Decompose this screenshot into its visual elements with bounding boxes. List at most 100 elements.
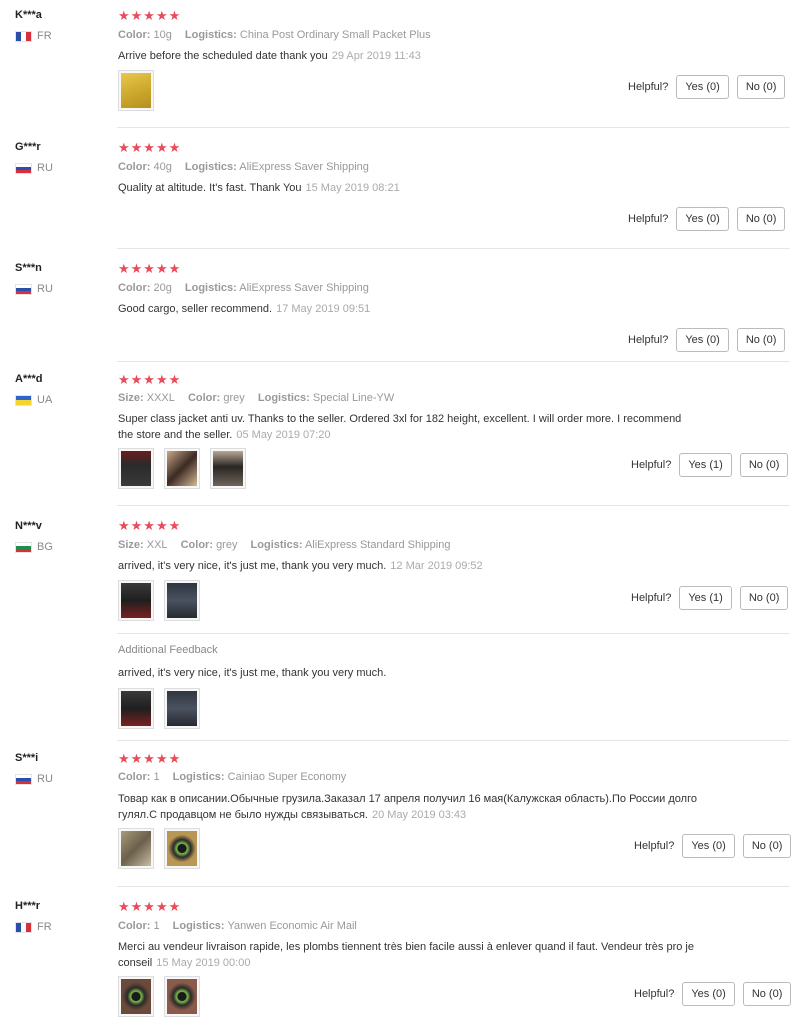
review-text: Товар как в описании.Обычные грузила.Зак… xyxy=(118,793,697,821)
additional-feedback-photos xyxy=(118,688,200,729)
vote-no-button[interactable]: No (0) xyxy=(736,328,786,352)
review-photo-thumbnail[interactable] xyxy=(164,448,200,489)
review-photos xyxy=(118,580,200,621)
review-photos xyxy=(118,448,246,489)
star-rating: ★★★★★ xyxy=(118,8,182,23)
review-photo-thumbnail[interactable] xyxy=(118,448,154,489)
helpful-vote: Helpful? Yes (1) No (0) xyxy=(631,586,789,610)
helpful-label: Helpful? xyxy=(634,840,675,852)
helpful-label: Helpful? xyxy=(628,213,669,225)
reviewer-country: UA xyxy=(15,394,52,406)
review-photo-thumbnail[interactable] xyxy=(118,828,154,869)
vote-yes-button[interactable]: Yes (0) xyxy=(676,75,729,99)
review-photo-thumbnail[interactable] xyxy=(118,70,154,111)
vote-yes-button[interactable]: Yes (0) xyxy=(676,328,729,352)
country-code: FR xyxy=(37,921,52,933)
vote-yes-button[interactable]: Yes (0) xyxy=(676,207,729,231)
vote-no-button[interactable]: No (0) xyxy=(739,453,789,477)
country-code: FR xyxy=(37,30,52,42)
helpful-label: Helpful? xyxy=(628,334,669,346)
size-value: XXL xyxy=(146,539,168,551)
reviewer-name: N***v xyxy=(15,520,42,532)
reviewer-name: S***i xyxy=(15,752,39,764)
vote-no-button[interactable]: No (0) xyxy=(736,207,786,231)
helpful-vote: Helpful? Yes (0) No (0) xyxy=(628,75,786,99)
reviewer-country: RU xyxy=(15,283,53,295)
additional-feedback-separator xyxy=(117,633,790,634)
review-date: 29 Apr 2019 11:43 xyxy=(331,50,421,62)
reviewer-name: A***d xyxy=(15,373,43,385)
logistics-value: Cainiao Super Economy xyxy=(227,771,347,783)
review-date: 15 May 2019 08:21 xyxy=(305,182,400,194)
vote-no-button[interactable]: No (0) xyxy=(742,982,792,1006)
review-text: Quality at altitude. It's fast. Thank Yo… xyxy=(118,182,400,194)
helpful-label: Helpful? xyxy=(634,988,675,1000)
review-photo-thumbnail[interactable] xyxy=(164,976,200,1017)
helpful-label: Helpful? xyxy=(631,592,672,604)
reviewer-name: G***r xyxy=(15,141,41,153)
review-date: 12 Mar 2019 09:52 xyxy=(390,560,483,572)
star-rating: ★★★★★ xyxy=(118,518,182,533)
vote-yes-button[interactable]: Yes (1) xyxy=(679,453,732,477)
country-code: BG xyxy=(37,541,53,553)
flag-bg-icon xyxy=(15,541,32,553)
review-photos xyxy=(118,828,200,869)
helpful-vote: Helpful? Yes (0) No (0) xyxy=(634,834,792,858)
additional-feedback-label: Additional Feedback xyxy=(118,644,218,656)
review-photo-thumbnail[interactable] xyxy=(164,580,200,621)
review-text: Merci au vendeur livraison rapide, les p… xyxy=(118,941,694,969)
review-text: Arrive before the scheduled date thank y… xyxy=(118,50,421,62)
star-rating: ★★★★★ xyxy=(118,140,182,155)
reviewer-name: K***a xyxy=(15,9,42,21)
review-separator xyxy=(117,505,790,506)
flag-ru-icon xyxy=(15,773,32,785)
color-value: grey xyxy=(223,392,245,404)
review-date: 20 May 2019 03:43 xyxy=(371,809,467,821)
vote-yes-button[interactable]: Yes (1) xyxy=(679,586,732,610)
order-attributes: Color: 10g Logistics: China Post Ordinar… xyxy=(118,29,431,41)
flag-ua-icon xyxy=(15,394,32,406)
review-photo-thumbnail[interactable] xyxy=(118,688,154,729)
flag-fr-icon xyxy=(15,921,32,933)
logistics-value: AliExpress Saver Shipping xyxy=(239,161,369,173)
vote-yes-button[interactable]: Yes (0) xyxy=(682,982,735,1006)
country-code: RU xyxy=(37,283,53,295)
order-attributes: Size: XXXL Color: grey Logistics: Specia… xyxy=(118,392,395,404)
review-text: Good cargo, seller recommend. 17 May 2019… xyxy=(118,303,371,315)
vote-yes-button[interactable]: Yes (0) xyxy=(682,834,735,858)
reviewer-country: FR xyxy=(15,921,52,933)
review-separator xyxy=(117,740,790,741)
helpful-label: Helpful? xyxy=(628,81,669,93)
reviews-list: K***a FR ★★★★★ Color: 10g Logistics: Chi… xyxy=(0,0,800,1031)
country-code: UA xyxy=(37,394,53,406)
flag-fr-icon xyxy=(15,30,32,42)
reviewer-country: RU xyxy=(15,162,53,174)
vote-no-button[interactable]: No (0) xyxy=(739,586,789,610)
helpful-label: Helpful? xyxy=(631,459,672,471)
star-rating: ★★★★★ xyxy=(118,751,182,766)
logistics-value: Yanwen Economic Air Mail xyxy=(227,920,357,932)
review-photo-thumbnail[interactable] xyxy=(210,448,246,489)
color-value: 1 xyxy=(153,771,160,783)
star-rating: ★★★★★ xyxy=(118,372,182,387)
order-attributes: Color: 1 Logistics: Yanwen Economic Air … xyxy=(118,920,357,932)
helpful-vote: Helpful? Yes (0) No (0) xyxy=(634,982,792,1006)
review-separator xyxy=(117,361,790,362)
review-photos xyxy=(118,70,154,111)
review-photo-thumbnail[interactable] xyxy=(164,688,200,729)
review-photo-thumbnail[interactable] xyxy=(118,580,154,621)
reviewer-country: FR xyxy=(15,30,52,42)
review-text: Super class jacket anti uv. Thanks to th… xyxy=(118,413,682,441)
reviewer-country: RU xyxy=(15,773,53,785)
review-photo-thumbnail[interactable] xyxy=(164,828,200,869)
review-date: 15 May 2019 00:00 xyxy=(156,957,251,969)
review-date: 17 May 2019 09:51 xyxy=(276,303,371,315)
additional-feedback-text: arrived, it's very nice, it's just me, t… xyxy=(118,667,387,679)
order-attributes: Size: XXL Color: grey Logistics: AliExpr… xyxy=(118,539,451,551)
review-photo-thumbnail[interactable] xyxy=(118,976,154,1017)
vote-no-button[interactable]: No (0) xyxy=(742,834,792,858)
helpful-vote: Helpful? Yes (1) No (0) xyxy=(631,453,789,477)
vote-no-button[interactable]: No (0) xyxy=(736,75,786,99)
color-value: 40g xyxy=(153,161,172,173)
flag-ru-icon xyxy=(15,162,32,174)
